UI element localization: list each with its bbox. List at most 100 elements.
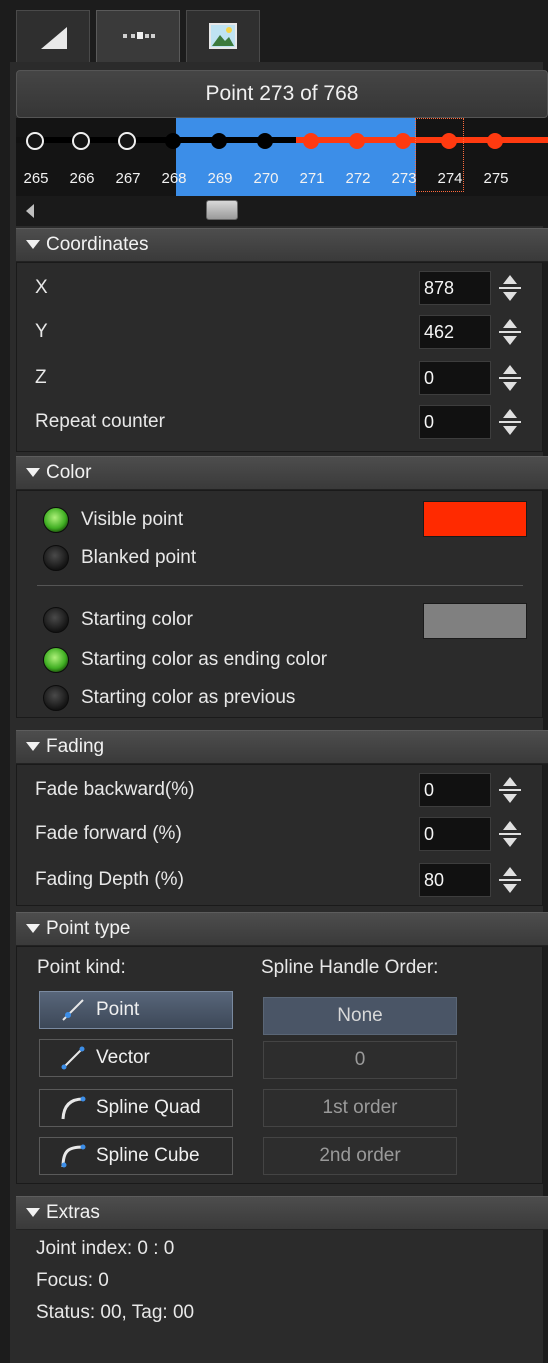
timeline-label: 268 <box>161 170 187 187</box>
section-header-extras[interactable]: Extras <box>16 1196 548 1230</box>
repeat-counter-field[interactable]: 0 <box>419 405 491 439</box>
point-kind-spline-quad-button[interactable]: Spline Quad <box>39 1089 233 1127</box>
point-kind-label: Point kind: <box>37 957 126 978</box>
tab-curve[interactable] <box>16 10 90 62</box>
spline-quad-icon <box>61 1096 86 1120</box>
order-2nd-button[interactable]: 2nd order <box>263 1137 457 1175</box>
timeline-label: 269 <box>207 170 233 187</box>
image-icon <box>209 23 237 49</box>
fade-forward-label: Fade forward (%) <box>35 823 182 844</box>
x-spinner[interactable] <box>495 271 525 305</box>
extras-panel: Joint index: 0 : 0 Focus: 0 Status: 00, … <box>16 1230 543 1363</box>
starting-color-swatch[interactable] <box>423 603 527 639</box>
timeline-label: 274 <box>437 170 463 187</box>
section-title: Coordinates <box>46 234 149 255</box>
y-field[interactable]: 462 <box>419 315 491 349</box>
timeline-point-269[interactable] <box>208 130 230 152</box>
divider <box>37 585 523 586</box>
timeline-point-271[interactable] <box>300 130 322 152</box>
order-0-button[interactable]: 0 <box>263 1041 457 1079</box>
status-tag-text: Status: 00, Tag: 00 <box>36 1302 195 1323</box>
collapse-triangle-icon <box>26 742 40 752</box>
y-label: Y <box>35 321 48 342</box>
point-kind-icon <box>62 999 84 1021</box>
scroll-thumb[interactable] <box>206 200 238 220</box>
coordinates-panel: X 878 Y 462 Z 0 Repeat counter 0 <box>16 262 543 452</box>
point-type-panel: Point kind: Spline Handle Order: Point V… <box>16 946 543 1184</box>
order-1st-button[interactable]: 1st order <box>263 1089 457 1127</box>
timeline-label: 266 <box>69 170 95 187</box>
z-spinner[interactable] <box>495 361 525 395</box>
spline-cube-icon <box>61 1144 86 1168</box>
timeline-point-267[interactable] <box>116 130 138 152</box>
visible-color-swatch[interactable] <box>423 501 527 537</box>
tab-points[interactable] <box>96 10 180 62</box>
vector-kind-icon <box>61 1046 85 1070</box>
timeline-label: 271 <box>299 170 325 187</box>
left-rail <box>0 62 10 1363</box>
fading-depth-field[interactable]: 80 <box>419 863 491 897</box>
timeline-point-266[interactable] <box>70 130 92 152</box>
point-kind-spline-cube-button[interactable]: Spline Cube <box>39 1137 233 1175</box>
curve-icon <box>41 27 67 49</box>
timeline-point-275[interactable] <box>484 130 506 152</box>
point-timeline[interactable]: 265 266 267 268 269 270 271 272 273 274 … <box>16 118 548 196</box>
timeline-scrollbar[interactable] <box>16 196 548 226</box>
starting-as-previous-label: Starting color as previous <box>81 687 296 708</box>
timeline-point-265[interactable] <box>24 130 46 152</box>
points-icon <box>123 32 155 39</box>
section-title: Fading <box>46 736 105 757</box>
x-field[interactable]: 878 <box>419 271 491 305</box>
fade-backward-spinner[interactable] <box>495 773 525 807</box>
timeline-point-272[interactable] <box>346 130 368 152</box>
section-title: Point type <box>46 918 131 939</box>
collapse-triangle-icon <box>26 1208 40 1218</box>
collapse-triangle-icon <box>26 468 40 478</box>
section-title: Extras <box>46 1202 100 1223</box>
section-header-coordinates[interactable]: Coordinates <box>16 228 548 262</box>
z-field[interactable]: 0 <box>419 361 491 395</box>
starting-color-radio[interactable] <box>43 607 69 633</box>
color-panel: Visible point Blanked point Starting col… <box>16 490 543 718</box>
section-header-color[interactable]: Color <box>16 456 548 490</box>
timeline-label: 270 <box>253 170 279 187</box>
joint-index-text: Joint index: 0 : 0 <box>36 1238 175 1259</box>
order-none-button[interactable]: None <box>263 997 457 1035</box>
starting-as-ending-radio[interactable] <box>43 647 69 673</box>
fade-forward-field[interactable]: 0 <box>419 817 491 851</box>
section-header-fading[interactable]: Fading <box>16 730 548 764</box>
timeline-point-273[interactable] <box>392 130 414 152</box>
timeline-point-270[interactable] <box>254 130 276 152</box>
starting-color-label: Starting color <box>81 609 193 630</box>
section-header-point-type[interactable]: Point type <box>16 912 548 946</box>
blanked-point-label: Blanked point <box>81 547 197 568</box>
scroll-left-arrow-icon[interactable] <box>26 204 34 218</box>
fading-depth-spinner[interactable] <box>495 863 525 897</box>
fade-forward-spinner[interactable] <box>495 817 525 851</box>
fading-depth-label: Fading Depth (%) <box>35 869 184 890</box>
starting-as-previous-radio[interactable] <box>43 685 69 711</box>
collapse-triangle-icon <box>26 240 40 250</box>
point-kind-vector-button[interactable]: Vector <box>39 1039 233 1077</box>
button-label: Vector <box>96 1047 150 1068</box>
spline-handle-order-label: Spline Handle Order: <box>261 957 439 978</box>
tab-bar <box>0 0 548 62</box>
x-label: X <box>35 277 48 298</box>
timeline-label: 275 <box>483 170 509 187</box>
point-position-header: Point 273 of 768 <box>16 70 548 118</box>
fading-panel: Fade backward(%) 0 Fade forward (%) 0 Fa… <box>16 764 543 906</box>
button-label: Point <box>96 999 140 1020</box>
timeline-point-268[interactable] <box>162 130 184 152</box>
y-spinner[interactable] <box>495 315 525 349</box>
collapse-triangle-icon <box>26 924 40 934</box>
repeat-counter-spinner[interactable] <box>495 405 525 439</box>
timeline-label: 265 <box>23 170 49 187</box>
fade-backward-field[interactable]: 0 <box>419 773 491 807</box>
point-kind-point-button[interactable]: Point <box>39 991 233 1029</box>
timeline-label: 273 <box>391 170 417 187</box>
button-label: Spline Quad <box>96 1097 201 1118</box>
visible-point-radio[interactable] <box>43 507 69 533</box>
button-label: Spline Cube <box>96 1145 200 1166</box>
blanked-point-radio[interactable] <box>43 545 69 571</box>
tab-image[interactable] <box>186 10 260 62</box>
